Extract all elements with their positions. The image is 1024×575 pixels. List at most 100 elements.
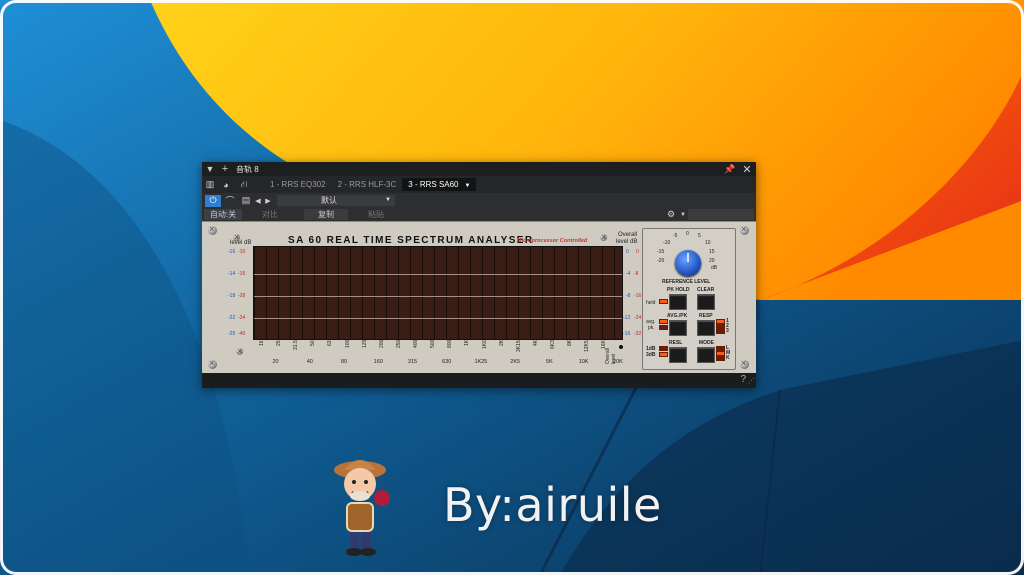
freq-label-bottom: 10K [578, 359, 589, 365]
settings-field[interactable] [688, 209, 754, 220]
panel-title: SA 60 REAL TIME SPECTRUM ANALYSER [288, 235, 534, 246]
resl-label: RESL [669, 340, 683, 346]
level-db-right-label: level dB [616, 239, 638, 245]
close-icon[interactable]: ✕ [738, 163, 756, 176]
mode-led-k-label: K [726, 355, 730, 361]
auto-off-button[interactable]: 自动:关 [204, 209, 242, 220]
held-label: held [646, 300, 656, 306]
right-scale-red-1: -8 [634, 271, 639, 277]
freq-label-top: 125 [361, 340, 368, 349]
freq-label-top: 25 [276, 340, 283, 346]
right-scale-red-2: -16 [634, 293, 642, 299]
freq-label-top: 63 [327, 340, 334, 346]
level-db-left-label: level dB [230, 240, 252, 246]
right-scale-red-4: -32 [634, 331, 642, 337]
clear-button[interactable] [697, 294, 715, 310]
power-icon[interactable]: ⏻ [205, 194, 221, 207]
preset-select[interactable]: 默认 ▼ [277, 195, 395, 206]
bypass-icon[interactable]: ⌒ [221, 194, 239, 207]
freq-label-top: 500 [430, 340, 437, 349]
freq-label-top: 31.5 [293, 340, 300, 350]
routing-icon[interactable]: ⛙ [234, 179, 254, 191]
avg-pk-label: AVG./PK [667, 313, 688, 319]
left-scale-blue-2: -18 [228, 293, 236, 299]
left-scale-red-1: -16 [238, 271, 246, 277]
pin-icon[interactable]: 📌 [722, 164, 738, 175]
ref-scale-4: 10 [705, 240, 711, 246]
compare-row: 自动:关 对比 复制 粘贴 ⚙ ▼ [202, 208, 756, 221]
tab-rrs-eq302[interactable]: 1 - RRS EQ302 [264, 178, 332, 191]
plugin-window: ▼ + 音轨 8 📌 ✕ ▥ ◕ ⛙ 1 - RRS EQ302 2 - RRS… [202, 162, 756, 388]
control-section: -5 0 5 -10 10 -15 15 -20 20 dB REFERENCE… [642, 228, 736, 370]
pk-hold-button[interactable] [669, 294, 687, 310]
meter-icon[interactable]: ◕ [218, 180, 234, 190]
freq-label-bottom: 315 [407, 359, 418, 365]
freq-label-bottom: 40 [306, 359, 313, 365]
mode-button[interactable] [697, 347, 715, 363]
tab-rrs-sa60-label: 3 - RRS SA60 [408, 180, 459, 189]
screw-icon [208, 224, 217, 235]
add-icon[interactable]: + [218, 163, 232, 175]
ref-scale-3: -10 [663, 240, 671, 246]
gear-icon[interactable]: ⚙ [664, 209, 678, 220]
freq-label-top: 250 [395, 340, 402, 349]
resl-button[interactable] [669, 347, 687, 363]
collapse-arrow-icon[interactable]: ▼ [202, 164, 218, 174]
right-scale-red-0: 0 [636, 249, 639, 255]
freq-label-top: 16 [259, 340, 265, 346]
next-preset-icon[interactable]: ▶ [263, 197, 273, 205]
freq-label-top: 1K6 [481, 340, 488, 349]
freq-label-top: 1K [464, 340, 471, 347]
freq-label-bottom: 160 [373, 359, 383, 365]
chevron-down-icon[interactable]: ▼ [678, 212, 688, 218]
freq-label-top: 800 [447, 340, 454, 349]
clear-label: CLEAR [697, 287, 715, 293]
right-scale-red-3: -24 [634, 315, 642, 321]
freq-label-top: 3K15 [515, 340, 522, 352]
left-scale-blue-0: -16 [228, 249, 236, 255]
freq-label-top: 200 [378, 340, 385, 349]
freq-label-top: 8K [567, 340, 574, 347]
tab-rrs-sa60[interactable]: 3 - RRS SA60 ▼ [402, 178, 477, 191]
avg-pk-button[interactable] [669, 320, 687, 336]
freq-label-top: 6K3 [549, 340, 556, 349]
pk-led [659, 325, 668, 330]
resize-grip-icon[interactable]: ⋰ [748, 377, 755, 385]
freq-label-top: 100 [344, 340, 351, 349]
preset-list-icon[interactable]: ▤ [239, 195, 253, 206]
freq-label-top: 50 [310, 340, 317, 346]
track-title: 音轨 8 [236, 164, 259, 174]
spectrum-display [253, 246, 623, 340]
held-led [659, 299, 668, 304]
freq-label-top: 12K5 [584, 340, 591, 352]
right-scale-blue-1: -4 [626, 271, 631, 277]
freq-label-bottom: 1K25 [474, 359, 488, 365]
overall-level-dot [619, 345, 623, 349]
grid-line [254, 274, 622, 275]
paste-button[interactable]: 粘贴 [348, 209, 404, 220]
reference-level-knob[interactable] [675, 250, 701, 276]
grid-line [254, 296, 622, 297]
frequency-labels: 16 25 31.5 50 63 100 125 200 250 400 500 800 1K 1K6 2K… [253, 340, 623, 365]
screw-icon [740, 358, 749, 369]
ref-scale-6: 15 [709, 249, 715, 255]
tab-rrs-hlf3c[interactable]: 2 - RRS HLF-3C [332, 178, 403, 191]
screw-icon [740, 224, 749, 235]
resp-led-3 [716, 329, 725, 334]
left-scale-red-2: -28 [238, 293, 246, 299]
prev-preset-icon[interactable]: ◀ [253, 197, 263, 205]
overall-label: Overall [618, 232, 638, 238]
help-icon[interactable]: ? [740, 374, 746, 385]
copy-button[interactable]: 复制 [304, 209, 348, 220]
right-scale-blue-2: -8 [626, 293, 631, 299]
rack-icon[interactable]: ▥ [202, 179, 218, 190]
reference-level-label: REFERENCE LEVEL [662, 279, 711, 285]
left-scale-red-0: -10 [238, 249, 246, 255]
compare-button[interactable]: 对比 [242, 209, 298, 220]
overall-level-label: Overall level [605, 348, 617, 364]
left-scale-blue-1: -14 [228, 271, 236, 277]
left-scale-blue-3: -22 [228, 315, 236, 321]
freq-label-bottom: 630 [442, 359, 452, 365]
sa60-panel: level dB SA 60 REAL TIME SPECTRUM ANALYS… [202, 221, 756, 374]
resp-button[interactable] [697, 320, 715, 336]
